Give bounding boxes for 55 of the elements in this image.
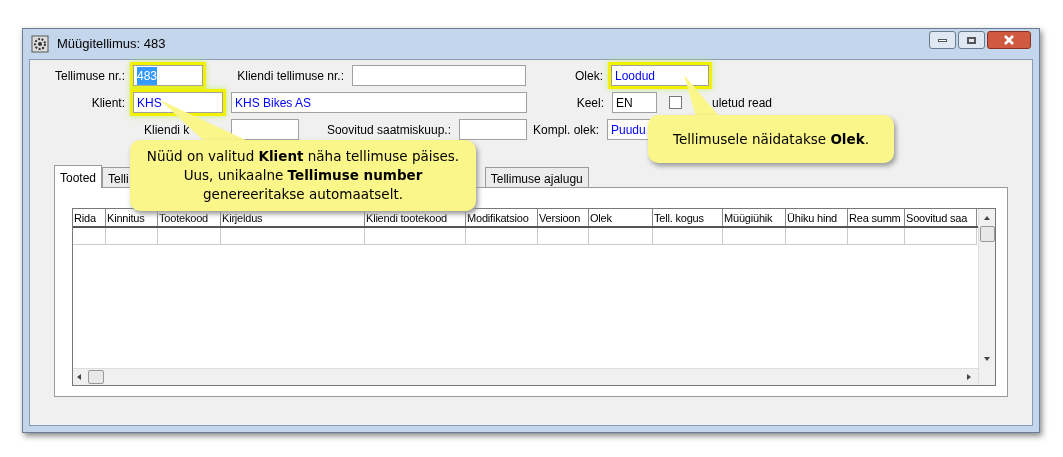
- table-cell: [786, 228, 848, 245]
- window-title: Müügitellimus: 483: [57, 35, 166, 54]
- text-field[interactable]: [352, 65, 526, 86]
- column-header[interactable]: Ühiku hind: [786, 209, 848, 226]
- table-cell: [158, 228, 221, 245]
- checkbox-label: uletud read: [712, 94, 773, 112]
- field-label: Keel:: [576, 95, 604, 110]
- text-field[interactable]: [459, 119, 527, 140]
- field-label: Kompl. olek:: [532, 122, 599, 137]
- text-field[interactable]: Loodud: [611, 65, 709, 86]
- column-header[interactable]: Rida: [73, 209, 106, 226]
- field-label: Kliendi tellimuse nr.:: [237, 68, 344, 83]
- vertical-scrollbar[interactable]: [978, 209, 995, 385]
- column-header[interactable]: Müügiühik: [723, 209, 786, 226]
- table-cell: [106, 228, 158, 245]
- text-field[interactable]: [231, 119, 299, 140]
- column-header[interactable]: Rea summ: [848, 209, 905, 226]
- field-value: KHS Bikes AS: [235, 94, 312, 112]
- field-value: 483: [137, 66, 158, 85]
- text-field[interactable]: EN: [612, 92, 657, 113]
- table-cell: [723, 228, 786, 245]
- table-cell: [73, 228, 106, 245]
- column-header[interactable]: Tell. kogus: [653, 209, 723, 226]
- text-field[interactable]: KHS Bikes AS: [231, 92, 527, 113]
- scroll-thumb[interactable]: [88, 370, 104, 384]
- table-cell: [848, 228, 905, 245]
- close-icon: [1004, 35, 1014, 45]
- callout-text: Nüüd on valitud Klient näha tellimuse päises. Uus, unikaalne Tellimuse number genereeritakse automaatselt.: [145, 147, 461, 204]
- close-button[interactable]: [987, 31, 1031, 49]
- text-field[interactable]: KHS: [133, 92, 223, 113]
- column-header[interactable]: Soovitud saa: [905, 209, 977, 226]
- scroll-thumb[interactable]: [979, 226, 995, 242]
- tab[interactable]: Tooted: [54, 165, 103, 188]
- field-label: Soovitud saatmiskuup.:: [326, 122, 451, 137]
- tab[interactable]: Tellimuse ajalugu: [484, 167, 589, 187]
- table-cell: [589, 228, 653, 245]
- column-header[interactable]: Versioon: [538, 209, 589, 226]
- field-value: EN: [616, 94, 633, 112]
- table-cell: [466, 228, 538, 245]
- field-value: Puudu: [611, 121, 646, 139]
- checkbox[interactable]: [669, 96, 682, 109]
- field-value: Loodud: [615, 67, 656, 85]
- field-label: Kliendi k: [144, 122, 190, 137]
- table-cell: [905, 228, 977, 245]
- column-header[interactable]: Olek: [589, 209, 653, 226]
- field-label: Tellimuse nr.:: [54, 68, 125, 83]
- gear-icon: [31, 35, 49, 53]
- field-label: Klient:: [91, 95, 125, 110]
- horizontal-scrollbar[interactable]: [73, 368, 978, 385]
- maximize-button[interactable]: [958, 31, 985, 49]
- table-cell: [538, 228, 589, 245]
- table-cell: [653, 228, 723, 245]
- field-value: KHS: [137, 94, 162, 112]
- minimize-button[interactable]: [929, 31, 956, 49]
- field-label: Olek:: [575, 68, 603, 83]
